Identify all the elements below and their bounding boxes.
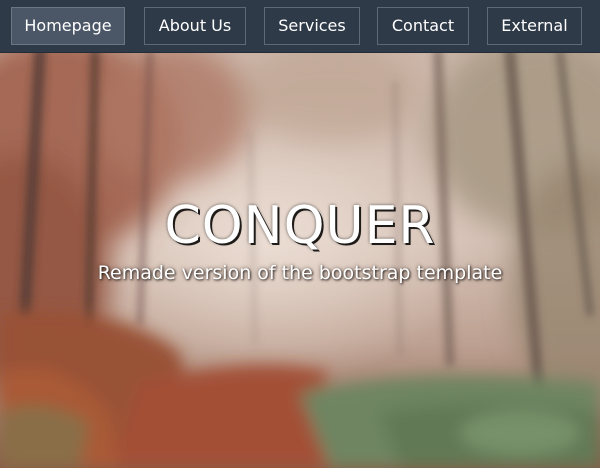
nav-item-contact[interactable]: Contact [377,7,469,45]
hero-section: CONQUER Remade version of the bootstrap … [0,53,600,468]
nav-item-external[interactable]: External [487,7,582,45]
hero-title: CONQUER [164,196,436,256]
nav-item-about-us[interactable]: About Us [144,7,246,45]
top-navbar: Homepage About Us Services Contact Exter… [0,0,600,53]
page: Homepage About Us Services Contact Exter… [0,0,600,468]
hero-subtitle: Remade version of the bootstrap template [97,262,503,284]
nav-item-homepage[interactable]: Homepage [11,7,125,45]
nav-item-services[interactable]: Services [264,7,360,45]
